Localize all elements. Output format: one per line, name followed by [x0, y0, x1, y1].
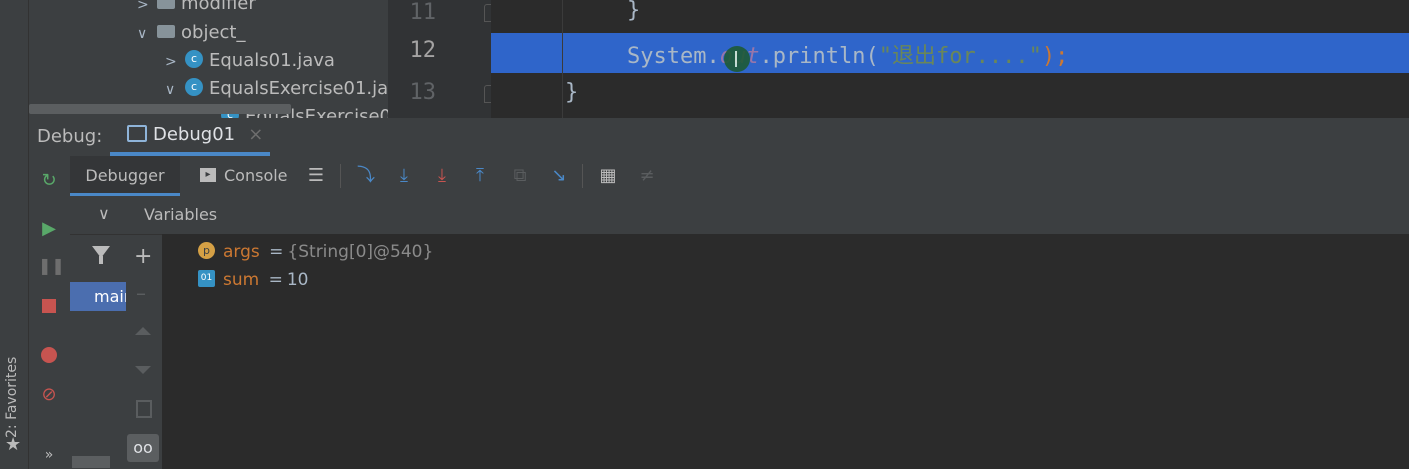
chevron-down-icon[interactable]: ∨	[98, 204, 110, 223]
frame-label: main	[94, 287, 126, 306]
tab-label: Console	[224, 166, 288, 185]
filter-icon-stem	[99, 256, 103, 264]
tree-item-label: EqualsExercise01.java	[209, 78, 388, 99]
indent-guide	[562, 0, 563, 118]
variables-header: Variables	[126, 196, 1409, 235]
tree-item-equals01[interactable]: > c Equals01.java	[165, 47, 335, 75]
console-icon: ▸	[200, 167, 216, 182]
code-line-13: }	[565, 80, 579, 105]
code-token-method: .println(	[759, 44, 879, 69]
frame-item-main[interactable]: main	[70, 282, 126, 311]
tree-scrollbar[interactable]	[29, 104, 291, 114]
primitive-icon: 01	[198, 269, 215, 287]
mute-breakpoints-icon[interactable]: ⊘	[38, 384, 60, 406]
add-watch-icon[interactable]: +	[134, 244, 152, 269]
tree-item-modifier[interactable]: > modifier	[137, 0, 256, 18]
trace-stream-icon[interactable]: ≠	[636, 165, 658, 187]
line-number: 11	[409, 0, 437, 25]
run-to-cursor-icon[interactable]: ↘	[548, 165, 570, 187]
line-number: 13	[409, 80, 437, 105]
variable-row-args[interactable]: p args = {String[0]@540}	[198, 239, 433, 265]
tab-debugger[interactable]: Debugger	[70, 156, 180, 196]
parameter-icon: p	[198, 241, 215, 259]
tab-label: Debug01	[153, 124, 236, 145]
rerun-icon[interactable]: ↻	[38, 170, 60, 192]
code-token-string: "退出for...."	[878, 44, 1042, 69]
resume-icon[interactable]: ▶	[38, 218, 60, 240]
variables-title: Variables	[144, 205, 218, 224]
variable-name: args	[223, 242, 260, 262]
stop-icon[interactable]	[38, 295, 60, 317]
toolbar-separator	[582, 164, 583, 188]
step-out-icon[interactable]: ⤒	[469, 165, 491, 187]
variable-row-sum[interactable]: 01 sum = 10	[198, 267, 309, 293]
debug-actions-toolbar: ↻ ▶ ❚❚ ⊘ »	[29, 156, 71, 469]
favorites-tab[interactable]: 2: Favorites ★	[2, 340, 26, 460]
force-step-into-icon[interactable]: ⤓	[431, 165, 453, 187]
variable-eq: =	[269, 242, 284, 262]
code-token-class: System	[627, 44, 707, 69]
close-tab-icon[interactable]: ×	[248, 124, 263, 145]
variable-value: {String[0]@540}	[287, 242, 434, 262]
view-breakpoints-icon[interactable]	[38, 344, 60, 366]
debugger-toolbar: Debugger ▸ Console ☰ ⤵ ⤓ ⤓ ⤒ ⧉ ↘ ▦ ≠	[70, 156, 1409, 197]
chevron-down-icon[interactable]: ∨	[165, 76, 185, 104]
step-into-icon[interactable]: ⤓	[393, 165, 415, 187]
tab-console[interactable]: ▸ Console	[200, 156, 288, 196]
left-tool-strip: 2: Favorites ★	[0, 0, 29, 469]
threads-menu-icon[interactable]: ☰	[305, 165, 327, 187]
chevron-down-icon[interactable]: ∨	[137, 20, 157, 48]
debug-label: Debug:	[37, 126, 103, 147]
variable-eq: =	[268, 270, 283, 290]
move-down-icon[interactable]	[135, 366, 151, 374]
tree-item-object[interactable]: ∨ object_	[137, 19, 245, 47]
variable-value: 10	[286, 270, 309, 290]
folder-icon	[157, 24, 175, 38]
frames-panel	[70, 196, 127, 469]
drop-frame-icon[interactable]: ⧉	[509, 165, 531, 187]
move-up-icon[interactable]	[135, 327, 151, 335]
star-icon: ★	[5, 434, 22, 455]
class-icon: c	[185, 50, 203, 68]
favorites-label: 2: Favorites	[4, 356, 20, 438]
line-number: 12	[409, 38, 437, 63]
project-tree: > modifier ∨ object_ > c Equals01.java ∨ c Equ…	[29, 0, 388, 118]
variables-tree: p args = {String[0]@540} 01 sum = 10	[162, 234, 1409, 469]
chevron-right-icon[interactable]: >	[137, 0, 157, 19]
more-actions-icon[interactable]: »	[38, 444, 60, 466]
copy-icon[interactable]	[136, 400, 152, 418]
folder-icon	[157, 0, 175, 9]
tab-label: Debugger	[85, 166, 165, 185]
editor-gutter: 11 12 13	[388, 0, 500, 118]
debug-session-icon	[127, 125, 147, 142]
frames-scrollbar[interactable]	[72, 456, 110, 468]
variables-toolbar: + – oo	[126, 234, 163, 469]
code-token-end: );	[1041, 44, 1069, 69]
tree-item-label: modifier	[181, 0, 256, 14]
toolbar-separator	[340, 164, 341, 188]
frames-header: ∨	[70, 196, 126, 235]
tab-debug01[interactable]: Debug01 ×	[127, 124, 263, 150]
tree-item-label: Equals01.java	[209, 50, 335, 71]
watches-glasses-icon[interactable]: oo	[127, 434, 159, 462]
class-icon: c	[185, 78, 203, 96]
chevron-right-icon[interactable]: >	[165, 48, 185, 76]
code-line-11: }	[627, 0, 641, 23]
show-execution-point-icon[interactable]: ⤵	[355, 165, 377, 187]
tree-item-equalsexercise01[interactable]: ∨c EqualsExercise01.java	[165, 75, 388, 103]
mouse-cursor-icon	[724, 46, 750, 72]
tree-item-label: object_	[181, 22, 246, 43]
code-line-12: System.out.println("退出for....");	[627, 44, 1069, 69]
variable-name: sum	[223, 270, 260, 290]
remove-watch-icon[interactable]: –	[136, 281, 146, 305]
evaluate-expression-icon[interactable]: ▦	[597, 165, 619, 187]
pause-icon[interactable]: ❚❚	[38, 255, 65, 277]
